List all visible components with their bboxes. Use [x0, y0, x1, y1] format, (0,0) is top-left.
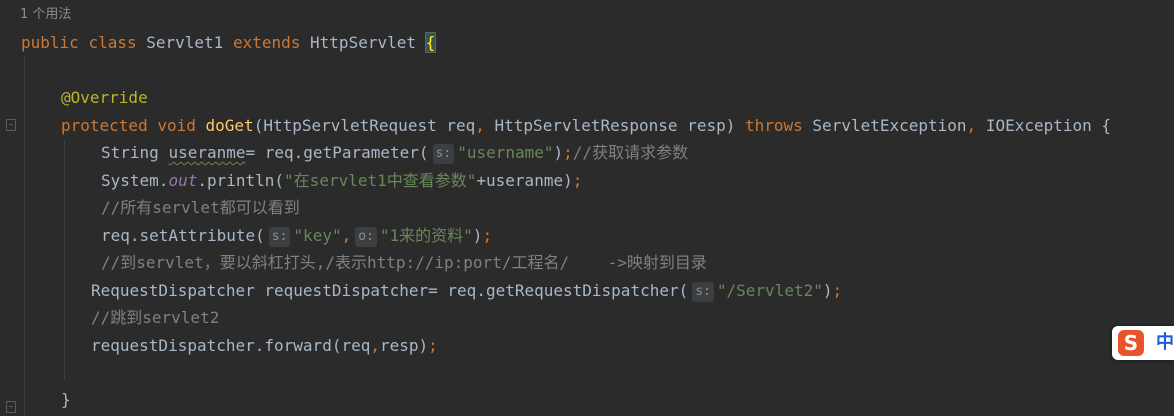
code-line-set-attribute: req.setAttribute(s: "key", o: "1来的资料");	[101, 222, 492, 249]
closing-brace: }	[61, 390, 71, 409]
paren: )	[472, 226, 483, 245]
variable-name: useranme	[168, 143, 246, 162]
comma: ,	[341, 226, 352, 245]
code-line-annotation: @Override	[61, 84, 148, 111]
fold-toggle-icon[interactable]	[6, 401, 16, 413]
code-line-forward: requestDispatcher.forward(req,resp);	[91, 332, 438, 359]
code-line-request-dispatcher: RequestDispatcher requestDispatcher= req…	[91, 277, 842, 304]
exception: IOException {	[976, 116, 1112, 135]
keyword: class	[88, 33, 137, 52]
matched-brace: {	[424, 32, 437, 53]
sogou-logo-icon: S	[1118, 330, 1144, 356]
keyword: void	[157, 116, 196, 135]
code-line-method-signature: protected void doGet(HttpServletRequest …	[61, 112, 1111, 139]
annotation: @Override	[61, 88, 148, 107]
code-line-comment: //到servlet，要以斜杠打头,/表示http://ip:port/工程名/…	[101, 249, 707, 276]
string-literal: "username"	[457, 143, 554, 162]
string-literal: "key"	[293, 226, 342, 245]
code-line-println: System.out.println("在servlet1中查看参数"+user…	[101, 167, 582, 194]
string-literal: "/Servlet2"	[716, 281, 823, 300]
usage-hint[interactable]: 1 个用法	[20, 4, 71, 26]
code-line-closing-brace: }	[61, 386, 71, 413]
code: = req.getParameter(	[245, 143, 429, 162]
paren: )	[553, 143, 564, 162]
type: String	[101, 143, 169, 162]
keyword: public	[21, 33, 79, 52]
ime-indicator[interactable]: S 中	[1112, 326, 1174, 360]
code-line-comment: //所有servlet都可以看到	[101, 194, 300, 221]
semicolon: ;	[832, 281, 843, 300]
semicolon: ;	[428, 336, 438, 355]
editor-gutter	[0, 0, 20, 416]
indent-guide	[24, 56, 25, 416]
params: HttpServletResponse resp)	[484, 116, 736, 135]
code-line-get-parameter: String useranme= req.getParameter(s: "use…	[101, 139, 688, 166]
semicolon: ;	[572, 171, 583, 190]
code: .println(	[197, 171, 285, 190]
comma: ,	[370, 336, 380, 355]
keyword: extends	[232, 33, 301, 52]
parameter-hint: s:	[432, 144, 455, 164]
code-editor[interactable]: 1 个用法 public class Servlet1 extends Http…	[0, 0, 1174, 416]
parameter-hint: s:	[692, 282, 714, 302]
code: RequestDispatcher requestDispatcher= req…	[91, 281, 689, 300]
semicolon: ;	[563, 143, 573, 162]
paren: )	[822, 281, 833, 300]
code: requestDispatcher.forward(req	[91, 336, 371, 355]
fold-toggle-icon[interactable]	[6, 119, 16, 131]
comment: //到servlet，要以斜杠打头,/表示http://ip:port/工程名/…	[101, 253, 707, 272]
indent-guide	[64, 140, 65, 380]
comment: //所有servlet都可以看到	[101, 198, 300, 217]
keyword: protected	[61, 116, 148, 135]
string-literal: "1来的资料"	[379, 226, 473, 245]
code-line-class-declaration: public class Servlet1 extends HttpServle…	[21, 29, 437, 56]
params: (HttpServletRequest req	[253, 116, 476, 135]
comment: //跳到servlet2	[91, 308, 220, 327]
comma: ,	[475, 116, 485, 135]
string-literal: "在servlet1中查看参数"	[284, 171, 477, 190]
code-line-comment: //跳到servlet2	[91, 304, 219, 331]
class-name: Servlet1	[146, 33, 224, 52]
parameter-hint: o:	[355, 227, 377, 247]
exception: ServletException	[812, 116, 967, 135]
keyword: throws	[744, 116, 803, 135]
semicolon: ;	[482, 226, 493, 245]
code: req.setAttribute(	[101, 226, 265, 245]
method-name: doGet	[205, 116, 254, 135]
ime-mode-label: 中	[1156, 332, 1174, 353]
parent-class: HttpServlet	[310, 33, 416, 52]
comma: ,	[966, 116, 977, 135]
comment: //获取请求参数	[572, 143, 689, 162]
parameter-hint: s:	[268, 227, 291, 247]
code: System.	[101, 171, 169, 190]
static-field: out	[168, 171, 198, 190]
code: resp)	[380, 336, 429, 355]
code: +useranme)	[476, 171, 573, 190]
